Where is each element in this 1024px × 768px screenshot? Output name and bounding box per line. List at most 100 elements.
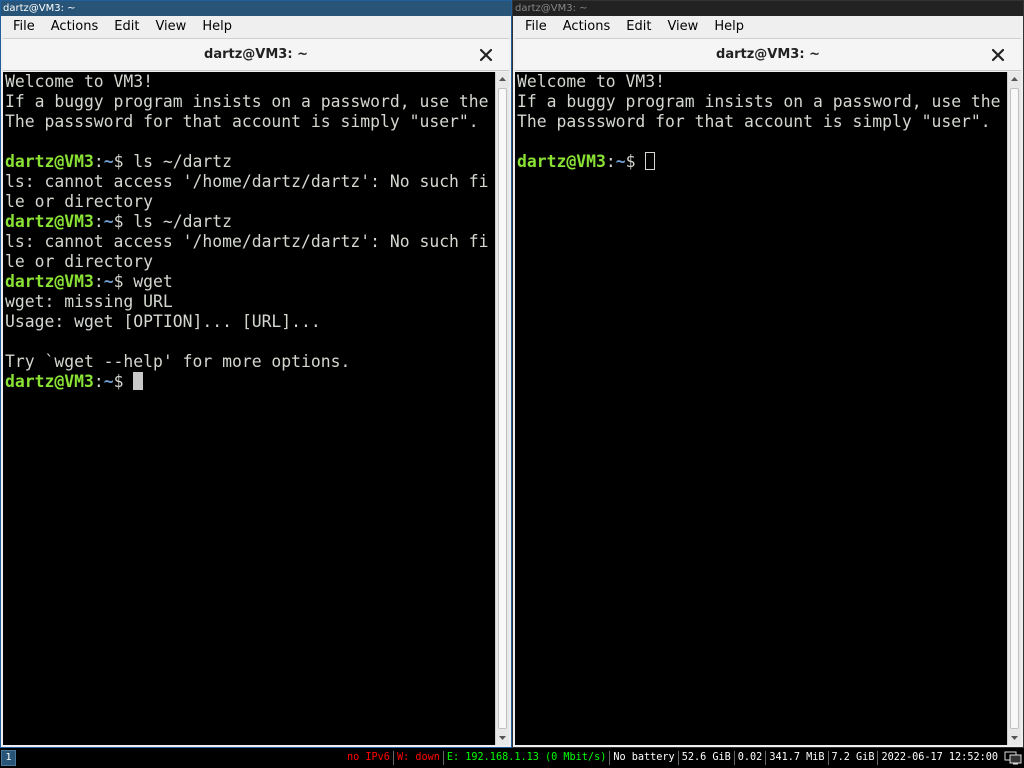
prompt-user: dartz@VM3 [5,372,94,391]
arrow-up-icon [499,77,506,81]
menu-actions[interactable]: Actions [555,16,619,38]
output-text: Try `wget --help' for more options. [5,352,351,371]
status-item: 7.2 GiB [831,752,875,763]
tab-bar: dartz@VM3: ~ [3,38,509,71]
scrollbar[interactable] [495,72,509,745]
scroll-down-button[interactable] [496,731,509,745]
status-item: No battery [613,752,675,763]
status-item: 341.7 MiB [769,752,825,763]
menu-view[interactable]: View [659,16,706,38]
status-separator [827,751,829,765]
status-item: 2022-06-17 12:52:00 [881,752,998,763]
command-text: $ wget [113,272,173,291]
prompt-path: ~ [103,372,114,391]
output-text: le or directory [5,252,154,271]
terminal-line: The passsword for that account is simply… [5,112,493,132]
scrollbar-thumb[interactable] [1010,88,1019,729]
window-title: dartz@VM3: ~ [513,1,1023,16]
menu-file[interactable]: File [5,16,43,38]
menu-view[interactable]: View [147,16,194,38]
terminal-line: Welcome to VM3! [517,72,1005,92]
tab-title[interactable]: dartz@VM3: ~ [3,39,509,71]
menu-edit[interactable]: Edit [106,16,147,38]
command-text: $ [625,152,646,171]
command-text: $ ls ~/dartz [113,212,232,231]
close-tab-button[interactable] [989,46,1007,64]
status-items: no IPv6 W: down E: 192.168.1.13 (0 Mbit/s)… [345,748,1022,768]
status-item: 52.6 GiB [681,752,731,763]
terminal-line: dartz@VM3:~$ ls ~/dartz [5,212,493,232]
close-icon [479,48,493,62]
terminal-output[interactable]: Welcome to VM3! If a buggy program insist… [5,72,493,745]
menu-bar: File Actions Edit View Help [513,16,1023,38]
prompt-user: dartz@VM3 [5,152,94,171]
terminal-line: If a buggy program insists on a password… [5,92,493,112]
scroll-up-button[interactable] [496,72,509,86]
scrollbar-thumb[interactable] [498,88,507,729]
terminal-line: dartz@VM3:~$ [517,152,1005,172]
status-separator [677,751,679,765]
status-item: 0.02 [737,752,763,763]
scroll-down-button[interactable] [1008,731,1021,745]
arrow-up-icon [1011,77,1018,81]
output-text: ls: cannot access '/home/dartz/dartz': N… [5,172,489,191]
prompt-separator: : [93,152,104,171]
menu-help[interactable]: Help [194,16,240,38]
status-separator [765,751,767,765]
terminal-line: le or directory [5,192,493,212]
output-text: le or directory [5,192,154,211]
terminal-line: dartz@VM3:~$ ls ~/dartz [5,152,493,172]
terminal-line: dartz@VM3:~$ wget [5,272,493,292]
output-text: wget: missing URL [5,292,173,311]
menu-file[interactable]: File [517,16,555,38]
menu-edit[interactable]: Edit [618,16,659,38]
terminal-line: le or directory [5,252,493,272]
text-cursor [645,152,656,170]
terminal-line: The passsword for that account is simply… [517,112,1005,132]
terminal-line: wget: missing URL [5,292,493,312]
command-text: $ ls ~/dartz [113,152,232,171]
prompt-path: ~ [103,152,114,171]
status-separator [877,751,879,765]
terminal-window-left[interactable]: dartz@VM3: ~ File Actions Edit View Help… [0,0,512,748]
terminal-line: dartz@VM3:~$ [5,372,493,392]
prompt-separator: : [93,372,104,391]
menu-help[interactable]: Help [706,16,752,38]
menu-actions[interactable]: Actions [43,16,107,38]
terminal-window-right[interactable]: dartz@VM3: ~ File Actions Edit View Help… [512,0,1024,748]
status-separator [609,751,611,765]
terminal-line: Usage: wget [OPTION]... [URL]... [5,312,493,332]
prompt-separator: : [93,212,104,231]
status-item: W: down [396,752,440,763]
window-title: dartz@VM3: ~ [1,1,511,16]
arrow-down-icon [1011,736,1018,740]
output-text: The passsword for that account is simply… [517,112,991,131]
workspace-button[interactable]: 1 [1,750,16,766]
output-text: Welcome to VM3! [517,72,666,91]
output-text: If a buggy program insists on a password… [5,92,489,111]
prompt-user: dartz@VM3 [5,272,94,291]
network-tray-icon[interactable] [1004,751,1022,765]
close-icon [991,48,1005,62]
command-text: $ [113,372,134,391]
terminal-output[interactable]: Welcome to VM3! If a buggy program insist… [517,72,1005,745]
output-text: The passsword for that account is simply… [5,112,479,131]
output-text: Welcome to VM3! [5,72,154,91]
scrollbar[interactable] [1007,72,1021,745]
close-tab-button[interactable] [477,46,495,64]
prompt-path: ~ [615,152,626,171]
arrow-down-icon [499,736,506,740]
scroll-up-button[interactable] [1008,72,1021,86]
terminal-line: Try `wget --help' for more options. [5,352,493,372]
tab-title[interactable]: dartz@VM3: ~ [515,39,1021,71]
prompt-path: ~ [103,272,114,291]
status-item: no IPv6 [347,752,390,763]
status-separator [442,751,444,765]
prompt-user: dartz@VM3 [517,152,606,171]
terminal-line: ls: cannot access '/home/dartz/dartz': N… [5,172,493,192]
menu-bar: File Actions Edit View Help [1,16,511,38]
status-bar: 1 no IPv6 W: down E: 192.168.1.13 (0 Mbit/… [0,748,1024,768]
